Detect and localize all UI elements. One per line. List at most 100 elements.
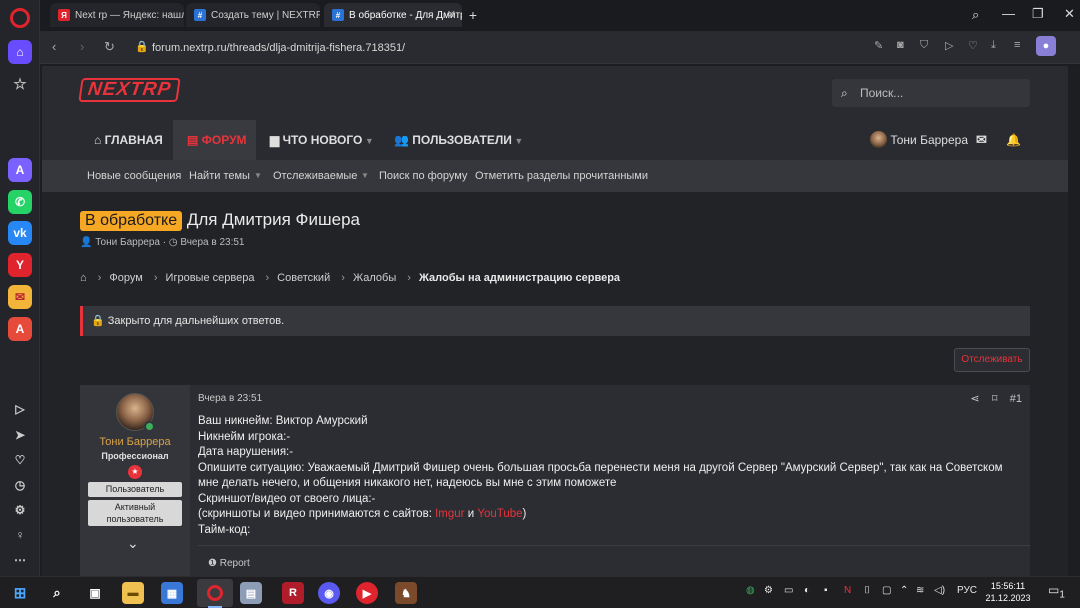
bookmark-icon[interactable]: ⌑ xyxy=(992,393,998,405)
windows-start-icon[interactable]: ⊞ xyxy=(9,582,31,604)
tray-app-icon[interactable]: ▭ xyxy=(784,585,793,596)
forward-icon[interactable]: › xyxy=(80,39,84,54)
closed-notice: 🔒 Закрыто для дальнейших ответов. xyxy=(80,306,1030,336)
breadcrumb-item[interactable]: Жалобы xyxy=(353,272,396,284)
app-icon[interactable]: ▤ xyxy=(240,582,262,604)
share-icon[interactable]: ⋖ xyxy=(970,393,979,405)
close-tab-icon[interactable]: ✕ xyxy=(447,8,456,21)
tray-app-icon[interactable]: ◍ xyxy=(746,585,755,596)
language-indicator[interactable]: РУС xyxy=(957,585,977,596)
address-bar: ‹ › ↻ 🔒 forum.nextrp.ru/threads/dlja-dmi… xyxy=(40,31,1080,64)
translate-icon[interactable]: A xyxy=(8,317,32,341)
chevron-up-icon[interactable]: ⌃ xyxy=(900,585,908,596)
post-author-name[interactable]: Тони Баррера xyxy=(80,436,190,448)
home-icon[interactable]: ⌂ xyxy=(80,272,87,284)
profile-icon[interactable]: ● xyxy=(1036,36,1056,56)
thread-date[interactable]: Вчера в 23:51 xyxy=(180,237,244,248)
camera-icon[interactable]: ◙ xyxy=(897,39,904,51)
whatsapp-icon[interactable]: ✆ xyxy=(8,190,32,214)
notification-icon[interactable]: ▭1 xyxy=(1048,583,1065,600)
tips-icon[interactable]: ♀ xyxy=(8,523,32,547)
clock[interactable]: 15:56:11 21.12.2023 xyxy=(980,580,1036,604)
scrollbar[interactable] xyxy=(1068,66,1080,576)
tray-app-icon[interactable]: ▢ xyxy=(882,585,891,596)
rank-icon: ★ xyxy=(128,465,142,479)
report-link[interactable]: ❶ Report xyxy=(208,558,250,569)
new-tab-button[interactable]: + xyxy=(464,5,482,25)
game-icon[interactable]: ♞ xyxy=(395,582,417,604)
thread-author[interactable]: Тони Баррера xyxy=(95,237,160,248)
close-window-icon[interactable]: ✕ xyxy=(1064,6,1075,22)
youtube-link[interactable]: YouTube xyxy=(477,508,522,520)
send-icon[interactable]: ➤ xyxy=(8,423,32,447)
favorite-icon[interactable]: ♡ xyxy=(968,39,978,52)
subnav-find-threads[interactable]: Найти темы xyxy=(189,160,250,192)
search-icon[interactable]: ⌕ xyxy=(46,582,68,604)
more-icon[interactable]: ⋯ xyxy=(8,548,32,572)
subnav-search-forum[interactable]: Поиск по форуму xyxy=(379,160,467,192)
thread-prefix-badge[interactable]: В обработке xyxy=(80,211,183,231)
nav-users[interactable]: 👥 ПОЛЬЗОВАТЕЛИ ▼ xyxy=(394,120,523,160)
settings-icon[interactable]: ⚙ xyxy=(8,498,32,522)
store-icon[interactable]: ▦ xyxy=(161,582,183,604)
search-input[interactable]: ⌕ Поиск... xyxy=(832,79,1030,107)
mail-icon[interactable]: ✉ xyxy=(8,285,32,309)
nav-whats-new[interactable]: ▆ ЧТО НОВОГО ▼ xyxy=(270,120,374,160)
back-icon[interactable]: ‹ xyxy=(52,39,56,54)
imgur-link[interactable]: Imgur xyxy=(435,508,464,520)
tab-create-topic[interactable]: # Создать тему | NEXTRP xyxy=(186,3,320,27)
file-explorer-icon[interactable]: ▬ xyxy=(122,582,144,604)
usb-icon[interactable]: ⌷ xyxy=(864,585,870,596)
home-icon[interactable]: ⌂ xyxy=(8,40,32,64)
inbox-icon[interactable]: ✉ xyxy=(976,120,987,160)
media-icon[interactable]: ▶ xyxy=(356,582,378,604)
aria-icon[interactable]: A xyxy=(8,158,32,182)
download-icon[interactable]: ⤓ xyxy=(991,39,996,52)
post-content: Ваш никнейм: Виктор Амурский Никнейм игр… xyxy=(198,414,1018,538)
opera-taskbar-icon[interactable] xyxy=(197,579,233,607)
user-menu[interactable]: Тони Баррера xyxy=(870,120,968,160)
reload-icon[interactable]: ↻ xyxy=(104,39,115,55)
send-icon[interactable]: ▷ xyxy=(945,39,953,52)
nav-home[interactable]: ⌂ ГЛАВНАЯ xyxy=(94,120,163,160)
tray-app-icon[interactable]: ▪ xyxy=(824,585,828,596)
shield-icon[interactable]: ⛉ xyxy=(920,39,928,52)
player-icon[interactable]: ▷ xyxy=(8,397,32,421)
yandex-icon[interactable]: Y xyxy=(8,253,32,277)
opera-logo-icon[interactable] xyxy=(10,8,30,28)
post-line: Дата нарушения:- xyxy=(198,446,294,458)
breadcrumb-item[interactable]: Форум xyxy=(109,272,142,284)
tray-app-icon[interactable]: N xyxy=(844,585,851,596)
post-date[interactable]: Вчера в 23:51 xyxy=(198,393,262,404)
watch-button[interactable]: Отслеживать xyxy=(954,348,1030,372)
tray-app-icon[interactable]: ◐ xyxy=(804,585,810,596)
speed-dial-icon[interactable]: ☆ xyxy=(8,72,32,96)
site-logo[interactable]: NEXTRP xyxy=(78,78,181,102)
breadcrumb-item[interactable]: Советский xyxy=(277,272,330,284)
favorites-icon[interactable]: ♡ xyxy=(8,448,32,472)
subnav-mark-read[interactable]: Отметить разделы прочитанными xyxy=(475,160,648,192)
subnav-new-posts[interactable]: Новые сообщения xyxy=(87,160,181,192)
restore-icon[interactable]: ❐ xyxy=(1032,6,1044,22)
tab-yandex[interactable]: Я Next rp — Яндекс: нашло xyxy=(50,3,184,27)
easy-setup-icon[interactable]: ≡ xyxy=(1014,39,1020,51)
minimize-icon[interactable]: — xyxy=(1002,6,1015,21)
volume-icon[interactable]: ◁) xyxy=(934,585,945,596)
history-icon[interactable]: ◷ xyxy=(8,473,32,497)
subnav-watched[interactable]: Отслеживаемые xyxy=(273,160,357,192)
vk-icon[interactable]: vk xyxy=(8,221,32,245)
edit-icon[interactable]: ✎ xyxy=(874,39,883,52)
breadcrumb-item-current[interactable]: Жалобы на администрацию сервера xyxy=(419,272,620,284)
bell-icon[interactable]: 🔔 xyxy=(1006,120,1021,160)
post-number[interactable]: #1 xyxy=(1010,393,1022,405)
wifi-icon[interactable]: ≋ xyxy=(916,585,924,596)
search-tabs-icon[interactable]: ⌕ xyxy=(972,7,979,23)
app-icon[interactable]: R xyxy=(282,582,304,604)
breadcrumb-item[interactable]: Игровые сервера xyxy=(166,272,255,284)
steam-icon[interactable]: ⚙ xyxy=(764,585,773,596)
chevron-down-icon[interactable]: ⌄ xyxy=(127,535,139,552)
discord-icon[interactable]: ◉ xyxy=(318,582,340,604)
tab-active-thread[interactable]: # В обработке - Для Дмитр ✕ xyxy=(324,3,462,27)
task-view-icon[interactable]: ▣ xyxy=(84,582,106,604)
nav-forum[interactable]: ▤ ФОРУМ xyxy=(173,120,256,160)
